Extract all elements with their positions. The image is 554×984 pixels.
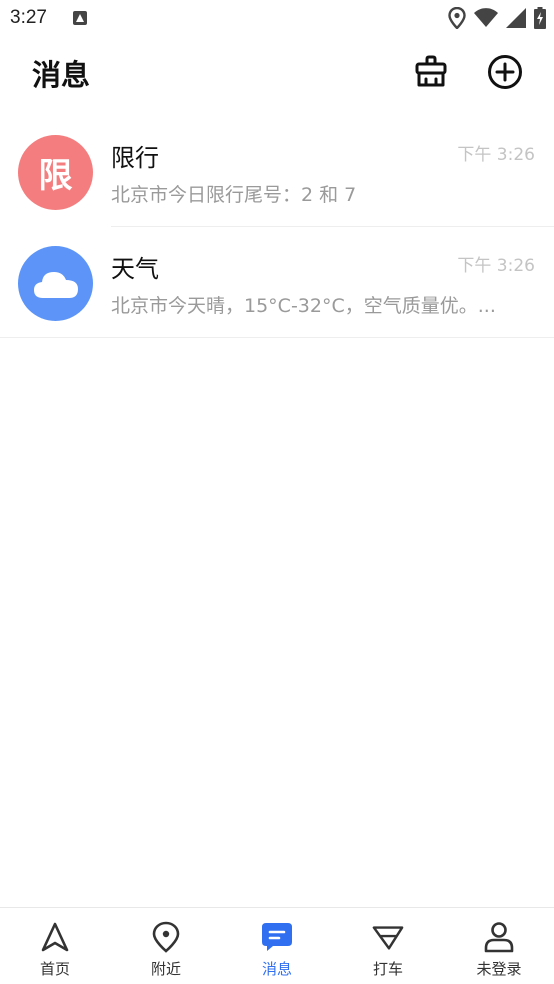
location-icon xyxy=(448,7,466,29)
location-pin-icon xyxy=(152,921,180,953)
list-item[interactable]: 天气 下午 3:26 北京市今天晴，15°C-32°C，空气质量优。... xyxy=(0,227,554,338)
tab-label: 消息 xyxy=(261,960,292,978)
divider xyxy=(0,337,554,338)
user-icon xyxy=(484,922,514,953)
tab-messages[interactable]: 消息 xyxy=(222,908,332,984)
weather-avatar xyxy=(18,246,93,321)
taxi-icon xyxy=(372,926,404,950)
list-item[interactable]: 限 限行 下午 3:26 北京市今日限行尾号：2 和 7 xyxy=(0,116,554,227)
tab-nearby[interactable]: 附近 xyxy=(111,908,221,984)
message-title: 天气 xyxy=(111,255,159,283)
tab-label: 打车 xyxy=(372,960,403,978)
message-icon xyxy=(262,923,292,951)
messages-screen: 3:27 消息 限 限行 下午 3:26 北京市今日限行尾号：2 和 7 天气 … xyxy=(0,0,554,984)
header: 消息 xyxy=(0,38,554,110)
wifi-icon xyxy=(474,8,498,27)
tab-taxi[interactable]: 打车 xyxy=(333,908,443,984)
tab-home[interactable]: 首页 xyxy=(0,908,110,984)
tab-label: 首页 xyxy=(39,960,70,978)
traffic-limit-avatar: 限 xyxy=(18,135,93,210)
message-preview: 北京市今天晴，15°C-32°C，空气质量优。... xyxy=(111,295,496,317)
tab-profile[interactable]: 未登录 xyxy=(444,908,554,984)
signal-icon xyxy=(506,8,526,28)
message-title: 限行 xyxy=(111,144,159,172)
message-list: 限 限行 下午 3:26 北京市今日限行尾号：2 和 7 天气 下午 3:26 … xyxy=(0,116,554,338)
bottom-tab-bar: 首页 附近 消息 打车 未登录 xyxy=(0,907,554,984)
page-title: 消息 xyxy=(32,58,91,92)
tab-label: 未登录 xyxy=(476,960,522,978)
message-time: 下午 3:26 xyxy=(457,145,535,165)
broom-icon xyxy=(415,55,447,87)
message-time: 下午 3:26 xyxy=(457,256,535,276)
add-button[interactable] xyxy=(487,54,523,90)
tab-label: 附近 xyxy=(150,960,181,978)
plus-circle-icon xyxy=(488,55,522,89)
app-notification-icon xyxy=(73,11,87,25)
battery-icon xyxy=(534,7,546,29)
status-time: 3:27 xyxy=(10,7,47,28)
status-icons xyxy=(448,7,546,29)
navigation-arrow-icon xyxy=(41,922,69,952)
cloud-icon xyxy=(33,271,78,298)
clear-messages-button[interactable] xyxy=(413,54,449,90)
message-preview: 北京市今日限行尾号：2 和 7 xyxy=(111,184,357,206)
status-bar: 3:27 xyxy=(0,0,554,38)
